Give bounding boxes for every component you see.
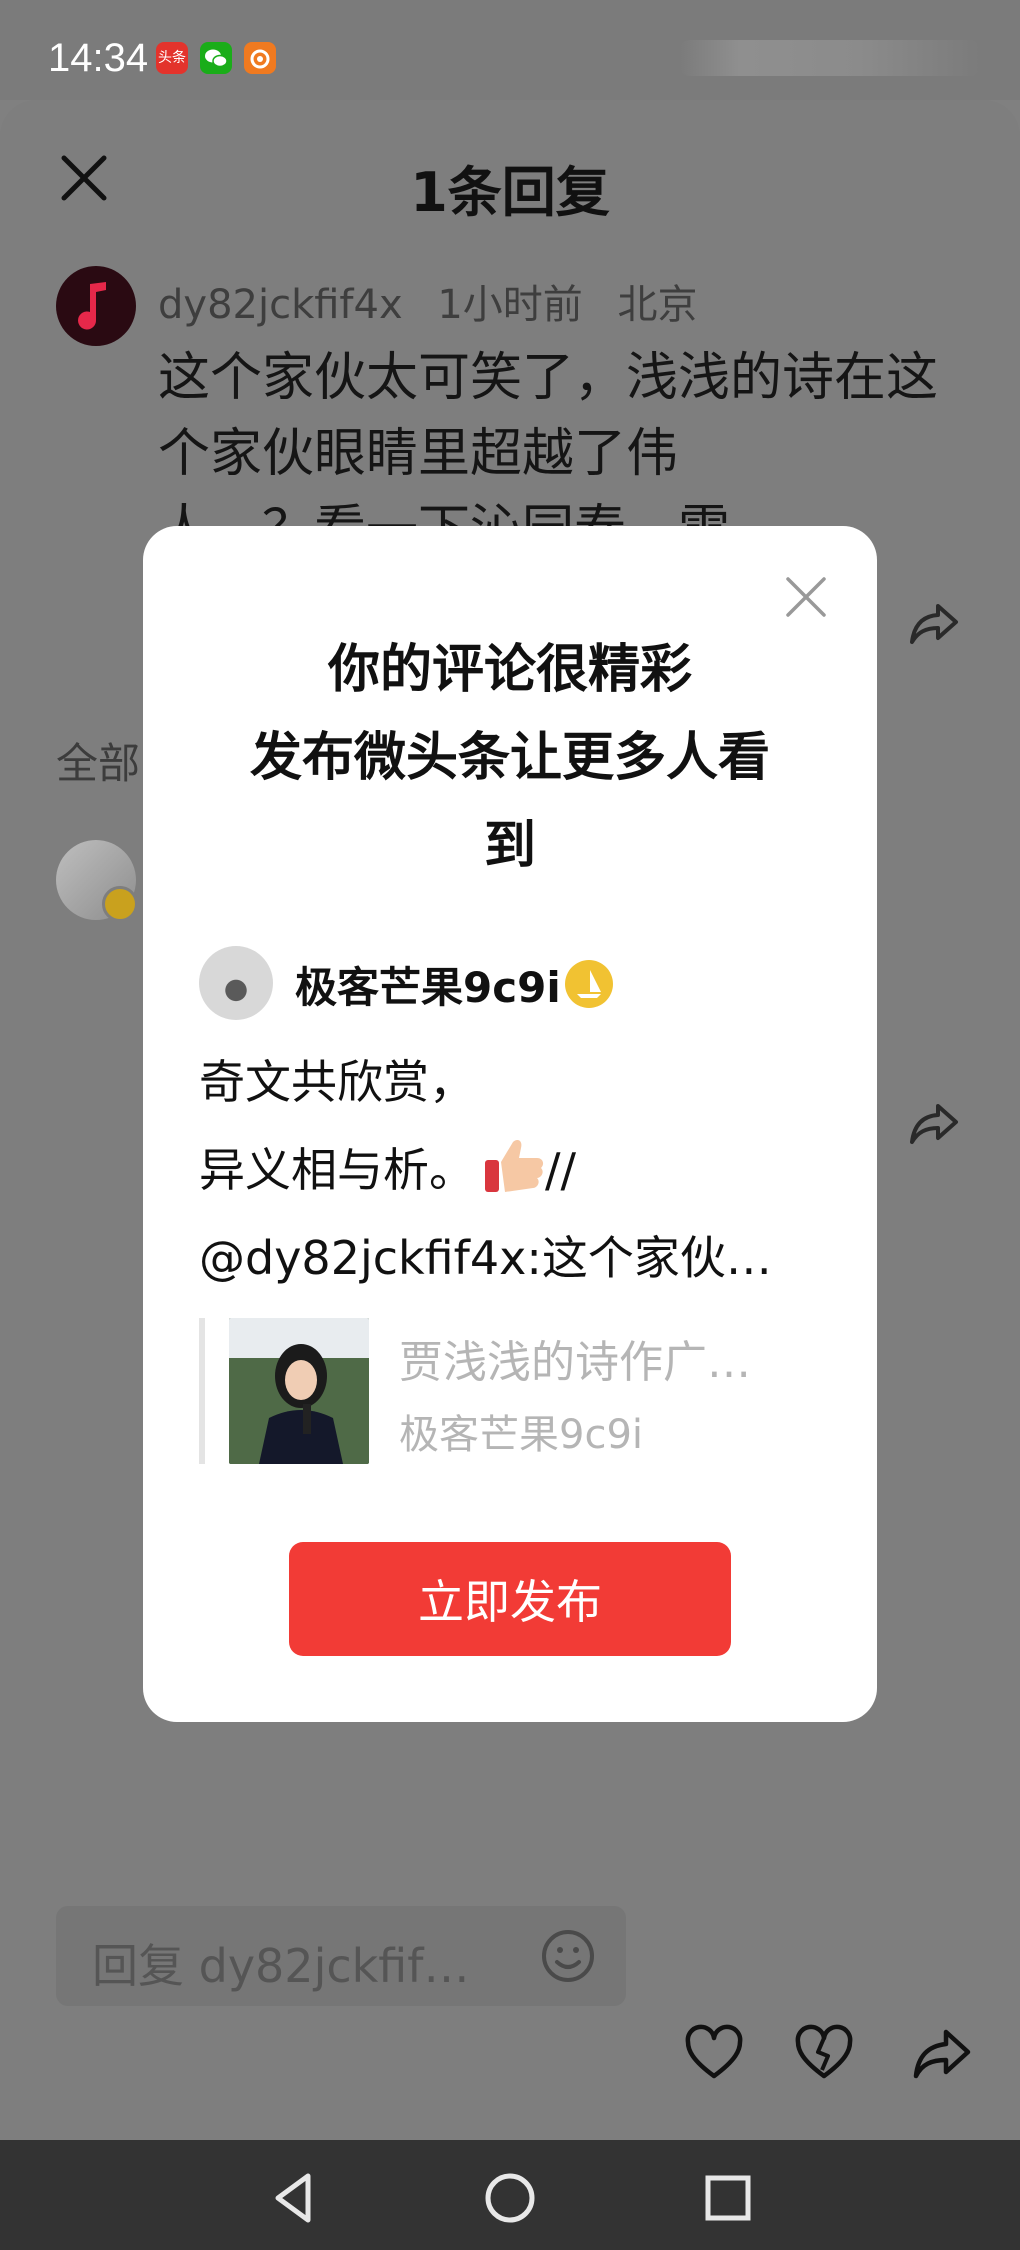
dialog-title-line: 发布微头条让更多人看: [249, 728, 770, 788]
avatar: [199, 946, 273, 1020]
thumbs-up-icon: [485, 1140, 544, 1192]
dialog-post-body: 奇文共欣赏， 异义相与析。 // @dy82jckfif4x:这个家伙…: [199, 1038, 829, 1302]
share-icon[interactable]: [906, 1096, 962, 1152]
comment-text: 这个家伙太可笑了，浅浅的诗在这个家伙眼睛里超越了伟: [158, 348, 939, 484]
quote-divider: [199, 1318, 205, 1464]
recents-icon[interactable]: [698, 2168, 758, 2228]
comment-username[interactable]: dy82jckfif4x: [158, 282, 403, 328]
quote-title: 贾浅浅的诗作广…: [399, 1337, 751, 1388]
comment-time: 1小时前: [437, 282, 583, 328]
close-icon[interactable]: [785, 576, 827, 618]
app-icon: [244, 42, 276, 74]
dislike-icon[interactable]: [792, 2022, 856, 2086]
home-icon[interactable]: [480, 2168, 540, 2228]
toutiao-icon: 头条: [156, 42, 188, 74]
like-icon[interactable]: [682, 2022, 746, 2086]
music-note-icon: [78, 282, 106, 330]
dialog-title-line: 到: [483, 816, 536, 876]
dialog-title-line: 你的评论很精彩: [327, 640, 692, 700]
publish-button[interactable]: 立即发布: [289, 1542, 731, 1656]
emoji-icon[interactable]: [540, 1928, 596, 1984]
post-line-text: 异义相与析。: [199, 1143, 475, 1197]
share-icon[interactable]: [910, 2022, 974, 2086]
post-line: 异义相与析。 //: [199, 1126, 829, 1214]
avatar[interactable]: [56, 840, 138, 922]
verified-badge-icon: [565, 960, 613, 1008]
status-time: 14:34: [48, 36, 149, 80]
system-nav-bar: [0, 2140, 1020, 2250]
post-line: @dy82jckfif4x:这个家伙…: [199, 1231, 772, 1285]
reply-input[interactable]: 回复 dy82jckfif…: [56, 1906, 626, 2006]
wechat-icon: [200, 42, 232, 74]
dialog-title: 你的评论很精彩 发布微头条让更多人看 到: [203, 626, 817, 890]
sheet-title: 1条回复: [410, 161, 610, 224]
post-line-suffix: //: [545, 1143, 576, 1197]
reply-placeholder: 回复 dy82jckfif…: [92, 1939, 470, 1993]
post-line: 奇文共欣赏，: [199, 1055, 475, 1109]
avatar[interactable]: [56, 266, 136, 346]
back-icon[interactable]: [264, 2168, 324, 2228]
comment-location: 北京: [617, 282, 698, 328]
verified-badge-icon: [102, 886, 138, 922]
publish-dialog: 你的评论很精彩 发布微头条让更多人看 到 极客芒果9c9i 奇文共欣赏， 异义相…: [143, 526, 877, 1722]
quote-thumbnail: [229, 1318, 369, 1464]
screen: 14:34 头条 1条回复 dy82jckfif4x 1小时前 北京 这个家伙太…: [0, 0, 1020, 2250]
comment-meta: dy82jckfif4x 1小时前 北京: [158, 272, 720, 330]
share-icon[interactable]: [906, 596, 962, 652]
section-label-all: 全部: [56, 739, 141, 788]
status-bar: 14:34 头条: [0, 0, 1020, 100]
quote-author: 极客芒果9c9i: [399, 1412, 644, 1458]
dialog-username: 极客芒果9c9i: [295, 963, 561, 1012]
status-right-icons: [680, 40, 980, 76]
